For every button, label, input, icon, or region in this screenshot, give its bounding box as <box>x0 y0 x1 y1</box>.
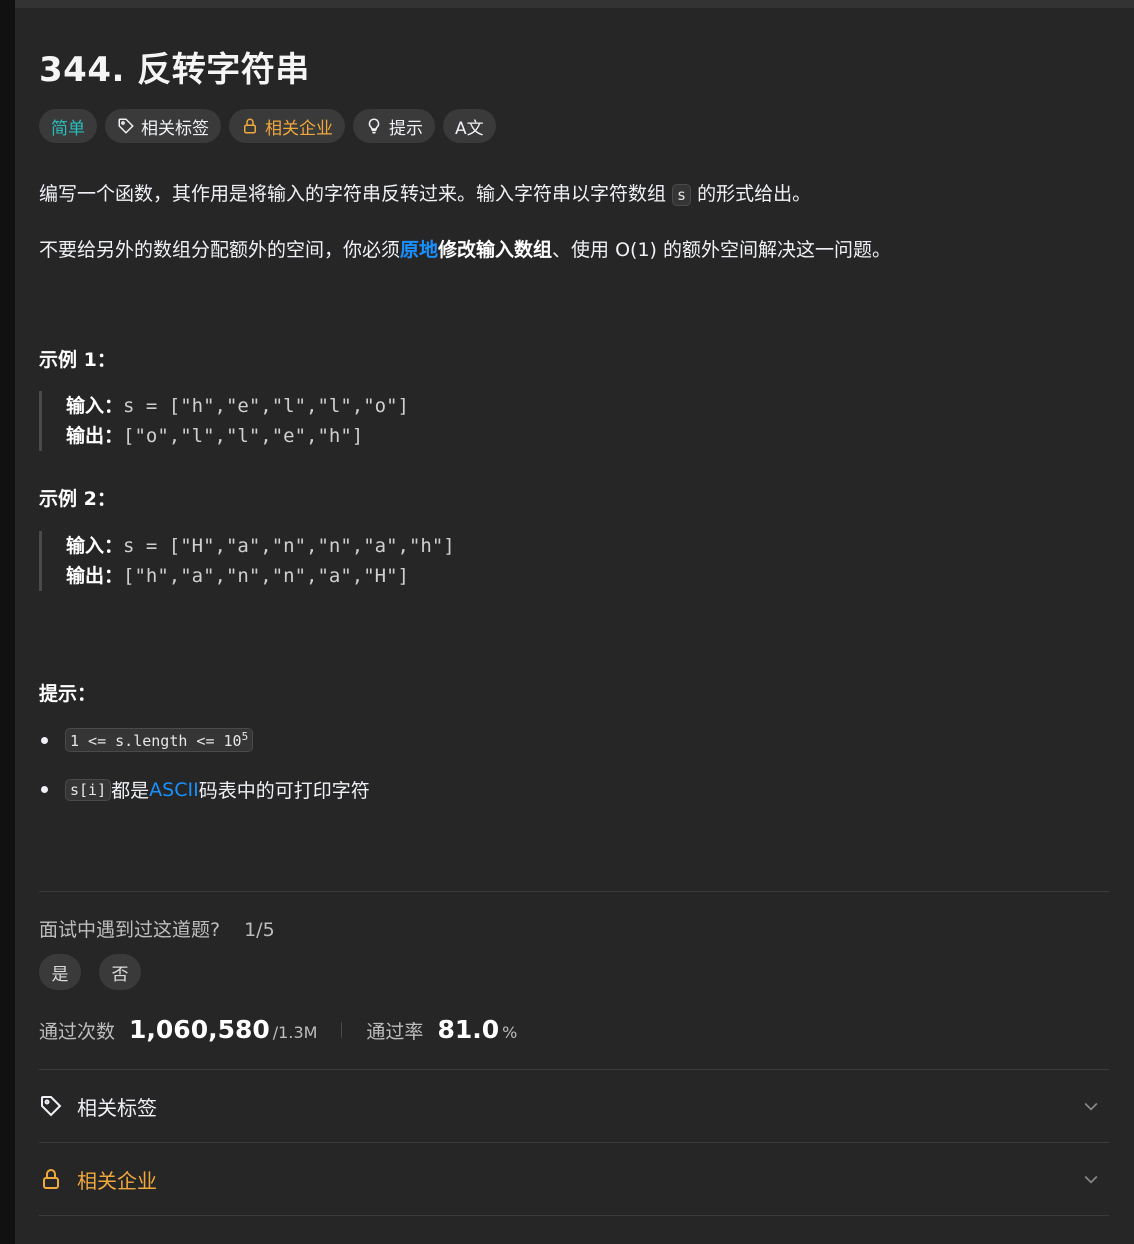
example-2-output: 输出：["h","a","n","n","a","H"] <box>66 561 455 591</box>
accepted-label: 通过次数 <box>39 1021 116 1043</box>
lock-icon <box>244 118 256 134</box>
hint-label: 提示 <box>389 118 423 139</box>
related-companies-button[interactable]: 相关企业 <box>229 109 345 143</box>
left-edge <box>0 0 15 1244</box>
tag-row: 简单 相关标签 相关企业 提示 A文 <box>39 109 496 143</box>
desc-text: 、使用 O(1) 的额外空间解决这一问题。 <box>552 239 891 261</box>
constraint-2-code: s[i] <box>65 778 112 801</box>
input-value: s = ["h","e","l","l","o"] <box>123 395 409 417</box>
tag-icon <box>118 118 134 134</box>
example-1-input: 输入：s = ["h","e","l","l","o"] <box>66 391 409 421</box>
input-label: 输入： <box>66 535 124 557</box>
accordion-tags-label: 相关标签 <box>77 1095 157 1120</box>
acceptance-rate-label: 通过率 <box>366 1021 424 1043</box>
accordion-hint[interactable] <box>39 1216 1109 1244</box>
input-value: s = ["H","a","n","n","a","h"] <box>123 535 455 557</box>
related-companies-label: 相关企业 <box>265 118 333 139</box>
example-1-output: 输出：["o","l","l","e","h"] <box>66 421 409 451</box>
interview-question-text: 面试中遇到过这道题? <box>39 919 221 941</box>
stats-row: 通过次数 1,060,580 /1.3M 通过率 81.0 % <box>39 1015 517 1044</box>
output-label: 输出： <box>66 425 124 447</box>
constraint-2-text: 都是 <box>111 780 150 802</box>
difficulty-badge: 简单 <box>39 109 97 143</box>
desc-bold: 修改输入数组 <box>438 239 553 261</box>
lock-icon <box>43 1169 59 1189</box>
output-label: 输出： <box>66 565 124 587</box>
accepted-count: 1,060,580 <box>129 1015 270 1044</box>
chevron-down-icon <box>1084 1175 1098 1184</box>
difficulty-label: 简单 <box>51 118 85 139</box>
interview-count: 1/5 <box>244 919 275 941</box>
input-label: 输入： <box>66 395 124 417</box>
desc-text: 编写一个函数，其作用是将输入的字符串反转过来。输入字符串以字符数组 <box>39 183 673 205</box>
bullet-dot <box>41 736 48 744</box>
accordion-companies-label: 相关企业 <box>77 1168 157 1193</box>
constraint-1-code: 1 <= s.length <= 105 <box>65 728 254 752</box>
example-1-title: 示例 1： <box>39 349 116 371</box>
translate-icon: A文 <box>455 118 484 139</box>
constraint-1-text: 1 <= s.length <= 10 <box>70 732 242 750</box>
example-1-block: 输入：s = ["h","e","l","l","o"] 输出：["o","l"… <box>39 391 409 451</box>
example-2-block: 输入：s = ["H","a","n","n","a","h"] 输出：["h"… <box>39 531 455 591</box>
constraint-1-exponent: 5 <box>241 730 249 743</box>
translate-button[interactable]: A文 <box>443 109 496 143</box>
constraint-1: 1 <= s.length <= 105 <box>39 728 254 752</box>
tag-icon <box>41 1096 62 1117</box>
desc-text: 不要给另外的数组分配额外的空间，你必须 <box>39 239 401 261</box>
interview-question: 面试中遇到过这道题? 1/5 <box>39 915 275 942</box>
problem-title[interactable]: 344. 反转字符串 <box>39 42 310 91</box>
stats-separator <box>341 1022 343 1038</box>
top-bar <box>0 0 1134 8</box>
description-paragraph-2: 不要给另外的数组分配额外的空间，你必须原地修改输入数组、使用 O(1) 的额外空… <box>39 235 891 262</box>
inline-code-s: s <box>672 184 692 206</box>
acceptance-rate: 81.0 <box>437 1015 500 1044</box>
related-tags-label: 相关标签 <box>141 118 209 139</box>
output-value: ["h","a","n","n","a","H"] <box>123 565 409 587</box>
bullet-dot <box>41 786 48 793</box>
example-2-input: 输入：s = ["H","a","n","n","a","h"] <box>66 531 455 561</box>
yes-button[interactable]: 是 <box>39 954 81 990</box>
chevron-down-icon <box>1084 1102 1098 1111</box>
constraints-title: 提示： <box>39 683 97 705</box>
hint-button[interactable]: 提示 <box>353 109 435 143</box>
accordion-related-companies[interactable]: 相关企业 <box>39 1143 1109 1215</box>
constraint-2-text: 码表中的可打印字符 <box>198 780 370 802</box>
submissions-count: /1.3M <box>272 1023 318 1042</box>
divider <box>39 891 1109 892</box>
related-tags-button[interactable]: 相关标签 <box>105 109 221 143</box>
accordion-related-tags[interactable]: 相关标签 <box>39 1070 1109 1142</box>
example-2-title: 示例 2： <box>39 488 116 510</box>
vote-buttons: 是 否 <box>39 954 141 990</box>
desc-text: 的形式给出。 <box>691 183 812 205</box>
constraint-2: s[i] 都是 ASCII 码表中的可打印字符 <box>39 776 370 803</box>
ascii-link[interactable]: ASCII <box>149 779 199 801</box>
description-panel: 344. 反转字符串 简单 相关标签 相关企业 提示 A文 编写一个函数，其作用 <box>15 8 1134 1244</box>
in-place-link[interactable]: 原地 <box>400 239 438 261</box>
acceptance-rate-unit: % <box>502 1023 518 1042</box>
lightbulb-icon <box>368 118 380 134</box>
output-value: ["o","l","l","e","h"] <box>123 425 364 447</box>
no-button[interactable]: 否 <box>99 954 141 990</box>
description-paragraph-1: 编写一个函数，其作用是将输入的字符串反转过来。输入字符串以字符数组 s 的形式给… <box>39 179 811 206</box>
